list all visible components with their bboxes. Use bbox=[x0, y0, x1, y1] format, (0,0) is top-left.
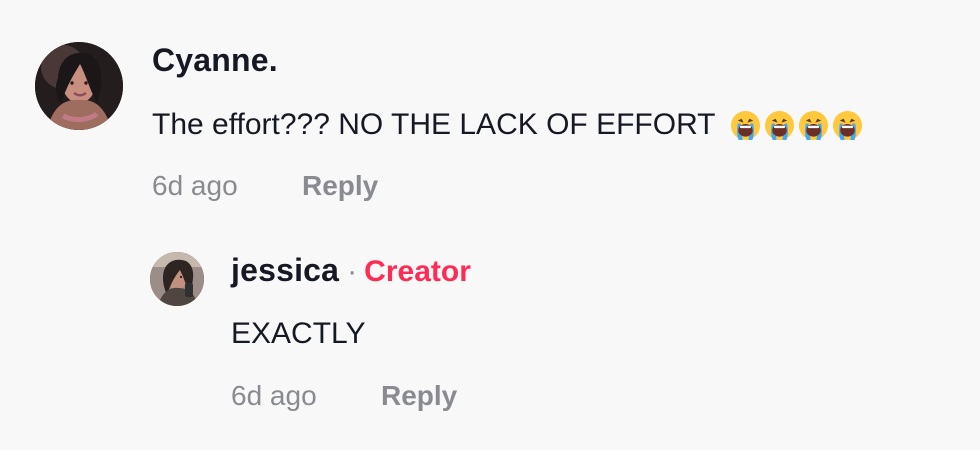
loudly-crying-face-icon bbox=[730, 110, 760, 140]
reply-meta: 6d ago Reply bbox=[231, 380, 471, 412]
author-name[interactable]: Cyanne. bbox=[152, 42, 278, 79]
comment-item: Cyanne. The effort??? NO THE LACK OF EFF… bbox=[35, 42, 955, 222]
loudly-crying-face-icon bbox=[832, 110, 862, 140]
reply-message: EXACTLY bbox=[231, 317, 366, 350]
timestamp: 6d ago bbox=[231, 380, 317, 411]
comment-message: The effort??? NO THE LACK OF EFFORT bbox=[152, 108, 716, 141]
user-avatar-icon bbox=[150, 252, 204, 306]
avatar[interactable] bbox=[35, 42, 123, 130]
reply-body: jessica · Creator EXACTLY 6d ago Reply bbox=[231, 252, 471, 412]
reply-button[interactable]: Reply bbox=[381, 380, 457, 412]
timestamp: 6d ago bbox=[152, 170, 238, 201]
author-name[interactable]: jessica bbox=[231, 252, 339, 289]
comment-body: Cyanne. The effort??? NO THE LACK OF EFF… bbox=[152, 42, 863, 202]
loudly-crying-face-icon bbox=[798, 110, 828, 140]
author-line: jessica · Creator bbox=[231, 252, 471, 296]
reply-button[interactable]: Reply bbox=[302, 170, 378, 202]
comment-text: The effort??? NO THE LACK OF EFFORT bbox=[152, 106, 863, 144]
user-avatar-icon bbox=[35, 42, 123, 130]
comment-meta: 6d ago Reply bbox=[152, 170, 863, 202]
author-line: Cyanne. bbox=[152, 42, 863, 86]
reply-item: jessica · Creator EXACTLY 6d ago Reply bbox=[150, 252, 950, 432]
dot-separator: · bbox=[347, 255, 358, 288]
reply-text: EXACTLY bbox=[231, 315, 471, 353]
comment-thread: Cyanne. The effort??? NO THE LACK OF EFF… bbox=[0, 0, 980, 450]
avatar[interactable] bbox=[150, 252, 204, 306]
loudly-crying-face-icon bbox=[764, 110, 794, 140]
emoji-group bbox=[730, 110, 863, 141]
creator-badge: Creator bbox=[364, 255, 471, 288]
